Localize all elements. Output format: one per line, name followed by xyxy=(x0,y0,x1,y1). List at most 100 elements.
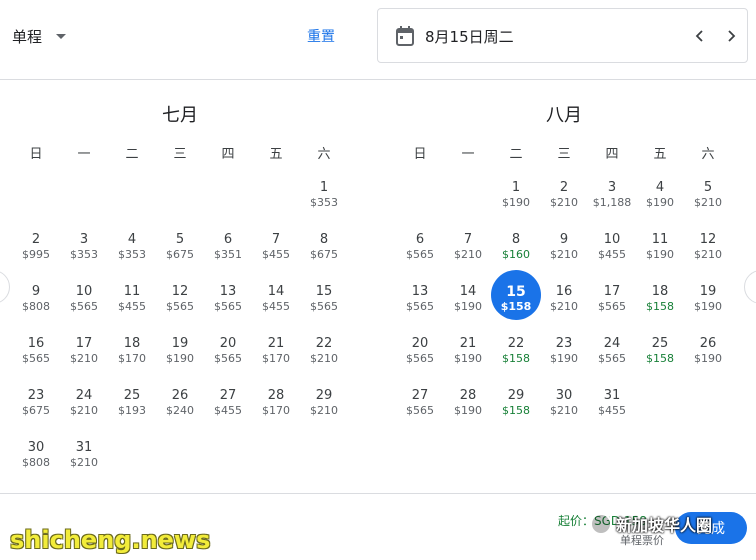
day-price: $565 xyxy=(406,248,434,261)
day-cell[interactable]: 3 $353 xyxy=(60,228,108,280)
day-cell[interactable]: 17 $210 xyxy=(60,332,108,384)
day-cell[interactable]: 31 $210 xyxy=(60,436,108,488)
weekday-label: 二 xyxy=(125,146,139,162)
day-cell[interactable]: 23 $190 xyxy=(540,332,588,384)
day-number: 15 xyxy=(315,284,333,299)
day-cell-selected[interactable]: 15 $158 xyxy=(491,270,541,332)
reset-button[interactable]: 重置 xyxy=(307,26,335,46)
day-cell[interactable]: 15 $565 xyxy=(300,280,348,332)
day-price: $565 xyxy=(214,300,242,313)
day-cell[interactable]: 18 $158 xyxy=(636,280,684,332)
day-price: $210 xyxy=(550,196,578,209)
weekday-label: 三 xyxy=(557,146,571,162)
day-number: 19 xyxy=(171,336,189,351)
day-cell[interactable]: 16 $565 xyxy=(12,332,60,384)
day-cell[interactable]: 14 $455 xyxy=(252,280,300,332)
day-cell[interactable]: 23 $675 xyxy=(12,384,60,436)
day-cell[interactable]: 28 $190 xyxy=(444,384,492,436)
day-cell[interactable]: 8 $675 xyxy=(300,228,348,280)
previous-date-button[interactable] xyxy=(688,24,712,48)
day-cell[interactable]: 24 $565 xyxy=(588,332,636,384)
day-cell[interactable]: 28 $170 xyxy=(252,384,300,436)
scroll-left-button[interactable] xyxy=(0,270,10,304)
date-field[interactable]: 8月15日周二 xyxy=(377,8,748,63)
day-cell[interactable]: 11 $455 xyxy=(108,280,156,332)
day-cell[interactable]: 21 $170 xyxy=(252,332,300,384)
day-cell[interactable]: 22 $210 xyxy=(300,332,348,384)
day-cell[interactable]: 9 $210 xyxy=(540,228,588,280)
day-cell[interactable]: 18 $170 xyxy=(108,332,156,384)
day-cell[interactable]: 17 $565 xyxy=(588,280,636,332)
day-cell[interactable]: 20 $565 xyxy=(396,332,444,384)
day-price: $210 xyxy=(550,248,578,261)
day-number: 5 xyxy=(175,232,185,247)
day-cell[interactable]: 31 $455 xyxy=(588,384,636,436)
day-cell[interactable]: 4 $353 xyxy=(108,228,156,280)
day-cell[interactable]: 30 $808 xyxy=(12,436,60,488)
day-number: 18 xyxy=(651,284,669,299)
day-cell[interactable]: 7 $210 xyxy=(444,228,492,280)
next-date-button[interactable] xyxy=(719,24,743,48)
day-cell[interactable]: 13 $565 xyxy=(396,280,444,332)
day-price: $158 xyxy=(646,352,674,365)
day-cell[interactable]: 30 $210 xyxy=(540,384,588,436)
day-cell[interactable]: 10 $565 xyxy=(60,280,108,332)
day-cell[interactable]: 4 $190 xyxy=(636,176,684,228)
day-cell[interactable]: 5 $675 xyxy=(156,228,204,280)
day-cell[interactable]: 25 $193 xyxy=(108,384,156,436)
day-cell[interactable]: 19 $190 xyxy=(156,332,204,384)
day-cell[interactable]: 24 $210 xyxy=(60,384,108,436)
day-cell[interactable]: 21 $190 xyxy=(444,332,492,384)
day-cell[interactable]: 11 $190 xyxy=(636,228,684,280)
day-cell[interactable]: 27 $565 xyxy=(396,384,444,436)
day-cell[interactable]: 26 $190 xyxy=(684,332,732,384)
day-cell[interactable]: 13 $565 xyxy=(204,280,252,332)
day-cell[interactable]: 29 $158 xyxy=(492,384,540,436)
day-cell[interactable]: 20 $565 xyxy=(204,332,252,384)
day-cell[interactable]: 2 $995 xyxy=(12,228,60,280)
day-cell[interactable]: 10 $455 xyxy=(588,228,636,280)
scroll-right-button[interactable] xyxy=(744,270,756,304)
day-cell[interactable]: 6 $351 xyxy=(204,228,252,280)
day-price: $675 xyxy=(310,248,338,261)
day-number: 23 xyxy=(27,388,45,403)
day-price: $210 xyxy=(694,196,722,209)
day-cell[interactable]: 14 $190 xyxy=(444,280,492,332)
day-price: $351 xyxy=(214,248,242,261)
day-price: $190 xyxy=(550,352,578,365)
weekday-label: 日 xyxy=(413,146,427,162)
weekday-label: 三 xyxy=(173,146,187,162)
day-cell[interactable]: 19 $190 xyxy=(684,280,732,332)
day-number: 30 xyxy=(555,388,573,403)
day-cell[interactable]: 5 $210 xyxy=(684,176,732,228)
day-cell[interactable]: 25 $158 xyxy=(636,332,684,384)
weekday-label: 六 xyxy=(317,146,331,162)
watermark-badge: 新加坡华人圈 xyxy=(590,512,712,536)
day-cell[interactable]: 6 $565 xyxy=(396,228,444,280)
day-price: $190 xyxy=(694,352,722,365)
day-number: 3 xyxy=(607,180,617,195)
day-cell[interactable]: 2 $210 xyxy=(540,176,588,228)
day-price: $158 xyxy=(502,404,530,417)
day-cell[interactable]: 7 $455 xyxy=(252,228,300,280)
trip-type-dropdown[interactable]: 单程 xyxy=(12,24,67,48)
day-number: 17 xyxy=(75,336,93,351)
day-cell[interactable]: 26 $240 xyxy=(156,384,204,436)
day-number: 18 xyxy=(123,336,141,351)
day-cell[interactable]: 1 $190 xyxy=(492,176,540,228)
day-price: $995 xyxy=(22,248,50,261)
day-cell[interactable]: 22 $158 xyxy=(492,332,540,384)
day-cell[interactable]: 12 $210 xyxy=(684,228,732,280)
weekday-header: 日 一 二 三 四 五 六 xyxy=(396,138,732,166)
day-price: $190 xyxy=(694,300,722,313)
day-cell[interactable]: 29 $210 xyxy=(300,384,348,436)
day-cell[interactable]: 27 $455 xyxy=(204,384,252,436)
day-price: $158 xyxy=(502,352,530,365)
day-cell[interactable]: 16 $210 xyxy=(540,280,588,332)
day-cell[interactable]: 1 $353 xyxy=(300,176,348,228)
day-cell[interactable]: 3 $1,188 xyxy=(588,176,636,228)
day-cell[interactable]: 9 $808 xyxy=(12,280,60,332)
day-price: $190 xyxy=(454,404,482,417)
day-cell[interactable]: 12 $565 xyxy=(156,280,204,332)
day-number: 13 xyxy=(411,284,429,299)
